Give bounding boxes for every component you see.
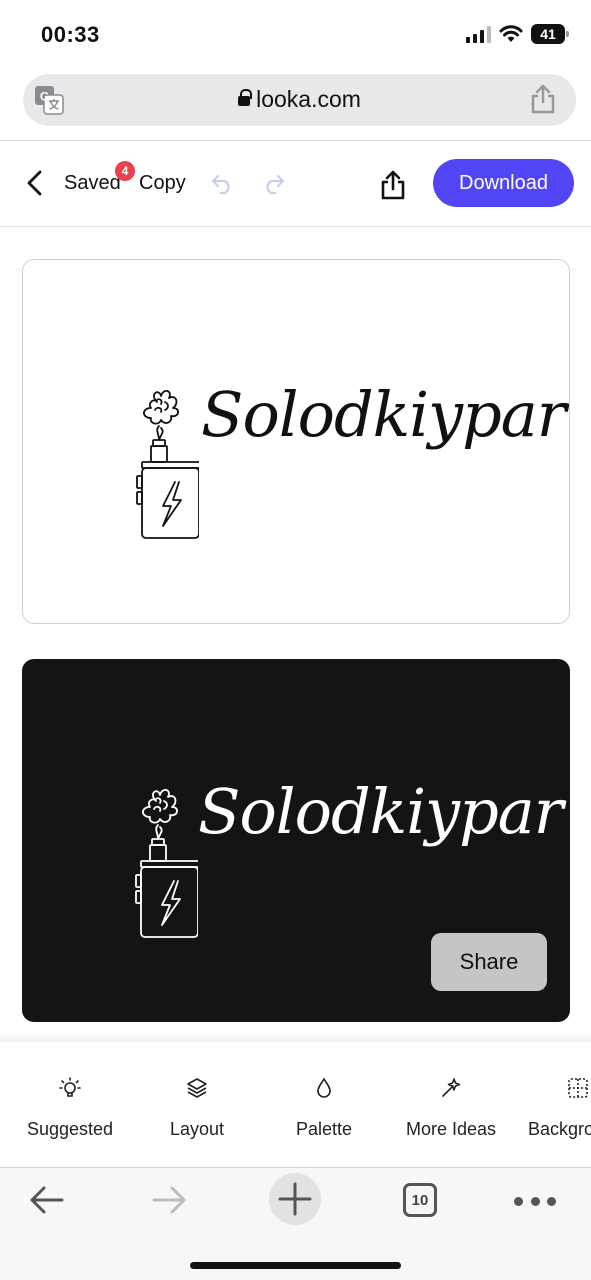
cellular-signal-icon — [466, 25, 491, 43]
battery-level: 41 — [540, 26, 556, 42]
status-icons: 41 — [466, 24, 569, 44]
lightbulb-icon — [59, 1077, 81, 1097]
vape-device-icon — [136, 390, 199, 539]
tool-label: Layout — [169, 1119, 225, 1139]
tool-palette[interactable]: Palette — [264, 1042, 384, 1168]
export-icon[interactable] — [379, 169, 407, 201]
browser-back-icon[interactable] — [28, 1183, 64, 1217]
url-domain: looka.com — [256, 86, 361, 112]
plus-icon — [278, 1182, 312, 1216]
logo-preview-light[interactable]: Solodkiypar — [22, 259, 570, 624]
editor-toolbar: Saved 4 Copy Download — [0, 141, 591, 227]
logo-preview-dark[interactable]: Solodkiypar Share — [22, 659, 570, 1022]
grid-icon — [568, 1078, 588, 1098]
status-time: 00:33 — [41, 22, 100, 47]
address-bar[interactable]: G looka.com — [23, 74, 576, 126]
tool-label: Backgro — [528, 1119, 591, 1139]
brand-name: Solodkiypar — [198, 775, 563, 848]
back-chevron-icon[interactable] — [22, 169, 48, 197]
tool-layout[interactable]: Layout — [137, 1042, 257, 1168]
magic-wand-icon — [442, 1078, 461, 1097]
vape-device-icon — [135, 789, 198, 938]
tool-suggested[interactable]: Suggested — [10, 1042, 130, 1168]
wifi-icon — [499, 25, 523, 42]
download-button[interactable]: Download — [433, 159, 574, 207]
lock-icon — [238, 89, 253, 106]
browser-share-icon[interactable] — [530, 84, 556, 114]
brand-name: Solodkiypar — [201, 378, 566, 451]
more-menu-icon[interactable] — [514, 1197, 556, 1206]
tool-background[interactable]: Backgro — [518, 1042, 591, 1168]
status-bar: 00:33 41 — [0, 0, 591, 70]
tool-label: Suggested — [26, 1119, 114, 1139]
new-tab-button[interactable] — [269, 1173, 321, 1225]
battery-icon: 41 — [531, 24, 569, 44]
divider — [0, 226, 591, 227]
tool-more-ideas[interactable]: More Ideas — [391, 1042, 511, 1168]
redo-icon[interactable] — [260, 171, 286, 195]
home-indicator — [190, 1262, 401, 1269]
browser-forward-icon[interactable] — [152, 1183, 188, 1217]
tools-bar: Suggested Layout Palette More Ideas Back… — [0, 1042, 591, 1168]
tabs-button[interactable]: 10 — [403, 1183, 437, 1217]
saved-status[interactable]: Saved — [64, 172, 121, 195]
undo-icon[interactable] — [210, 171, 236, 195]
tool-label: More Ideas — [405, 1119, 497, 1139]
url-text[interactable]: looka.com — [23, 86, 576, 113]
layers-icon — [187, 1078, 207, 1098]
tool-label: Palette — [295, 1119, 353, 1139]
copy-button[interactable]: Copy — [139, 172, 186, 195]
droplet-icon — [317, 1077, 331, 1098]
share-button[interactable]: Share — [431, 933, 547, 991]
notification-badge: 4 — [115, 161, 135, 181]
